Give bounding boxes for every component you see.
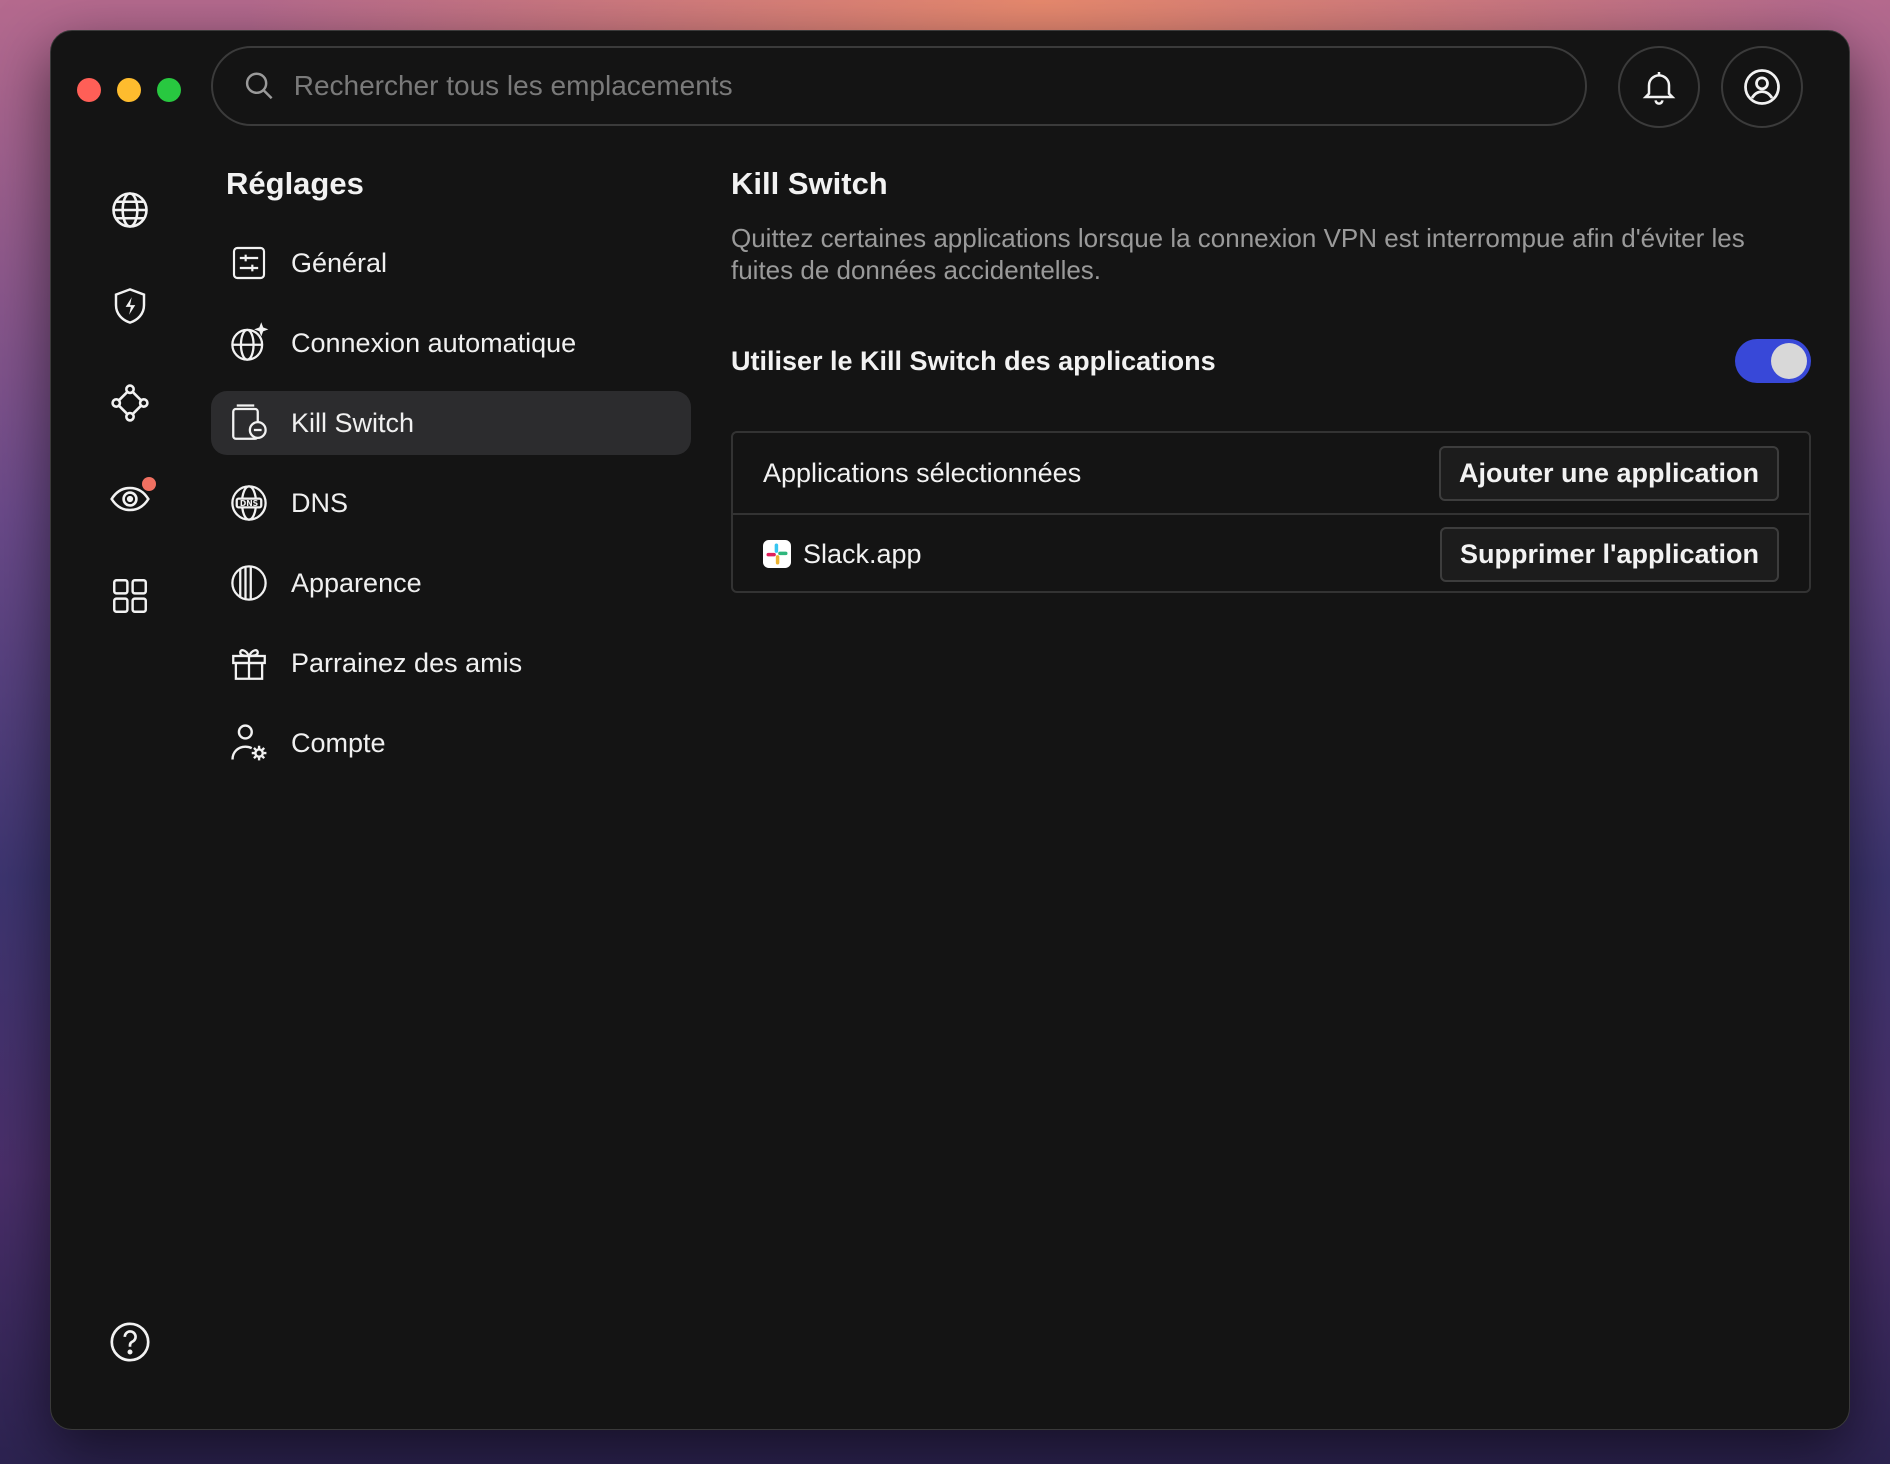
sidebar-item-auto-connect[interactable]: Connexion automatique [211, 311, 691, 375]
kill-switch-icon [232, 404, 267, 440]
apps-list-header: Applications sélectionnées Ajouter une a… [733, 433, 1809, 513]
globe-sparkle-icon [231, 322, 269, 361]
search-icon [245, 72, 273, 100]
notifications-button[interactable] [1618, 46, 1700, 128]
minimize-window-button[interactable] [117, 78, 141, 102]
sidebar-item-account[interactable]: Compte [211, 711, 691, 775]
page-description: Quittez certaines applications lorsque l… [731, 223, 1745, 285]
sliders-icon [232, 246, 266, 280]
appearance-icon [231, 565, 267, 601]
slack-icon [763, 540, 791, 568]
sidebar-item-label: DNS [291, 487, 349, 518]
account-settings-icon [231, 724, 267, 761]
search-bar[interactable] [211, 46, 1587, 126]
help-icon [110, 1322, 150, 1362]
app-kill-switch-setting: Utiliser le Kill Switch des applications [731, 336, 1811, 386]
add-application-button[interactable]: Ajouter une application [1438, 445, 1779, 501]
apps-list-title: Applications sélectionnées [763, 457, 1082, 488]
list-item: Slack.app Supprimer l'application [733, 513, 1809, 593]
rail-item-servers[interactable] [106, 186, 154, 234]
sidebar-item-label: Général [291, 247, 388, 278]
sidebar-item-kill-switch[interactable]: Kill Switch [211, 391, 691, 455]
remove-application-button[interactable]: Supprimer l'application [1440, 526, 1779, 582]
toggle-label: Utiliser le Kill Switch des applications [731, 345, 1216, 376]
bell-icon [1642, 72, 1676, 105]
profile-button[interactable] [1721, 46, 1803, 128]
sidebar-item-refer-friends[interactable]: Parrainez des amis [211, 631, 691, 695]
gift-icon [232, 649, 266, 680]
toggle-knob [1771, 343, 1807, 379]
rail-item-meshnet[interactable] [106, 379, 154, 427]
sidebar-item-label: Parrainez des amis [291, 647, 523, 678]
settings-nav: Général Connexion automatique Kill Switc… [211, 231, 691, 791]
sidebar-item-label: Connexion automatique [291, 327, 577, 358]
search-input[interactable] [293, 70, 1585, 102]
sidebar-item-label: Apparence [291, 567, 422, 598]
shield-bolt-icon [114, 288, 146, 324]
selected-apps-list: Applications sélectionnées Ajouter une a… [731, 431, 1811, 593]
rail-item-threat-protection[interactable] [106, 282, 154, 330]
page-title: Kill Switch [731, 166, 888, 201]
rail-item-apps[interactable] [106, 572, 154, 620]
app-name: Slack.app [803, 538, 922, 569]
sidebar-item-label: Kill Switch [291, 407, 415, 438]
kill-switch-panel: Kill Switch Quittez certaines applicatio… [731, 166, 1811, 593]
app-kill-switch-toggle[interactable] [1735, 339, 1811, 383]
help-button[interactable] [107, 1319, 153, 1365]
dns-globe-icon: DNS [231, 485, 267, 521]
window-controls [77, 78, 181, 102]
zoom-window-button[interactable] [157, 78, 181, 102]
sidebar-item-label: Compte [291, 727, 386, 758]
rail-item-dark-web-monitor[interactable] [106, 475, 156, 523]
sidebar-item-general[interactable]: Général [211, 231, 691, 295]
sidebar-item-appearance[interactable]: Apparence [211, 551, 691, 615]
meshnet-icon [111, 384, 149, 422]
settings-title: Réglages [226, 166, 364, 201]
app-entry: Slack.app [763, 539, 922, 570]
notification-badge [142, 477, 156, 491]
svg-text:DNS: DNS [240, 499, 258, 508]
user-icon [1744, 69, 1780, 105]
apps-grid-icon [113, 579, 147, 613]
sidebar-item-dns[interactable]: DNS DNS [211, 471, 691, 535]
globe-icon [112, 192, 148, 228]
app-window: Réglages Général Connexion automatique K… [50, 30, 1850, 1430]
close-window-button[interactable] [77, 78, 101, 102]
